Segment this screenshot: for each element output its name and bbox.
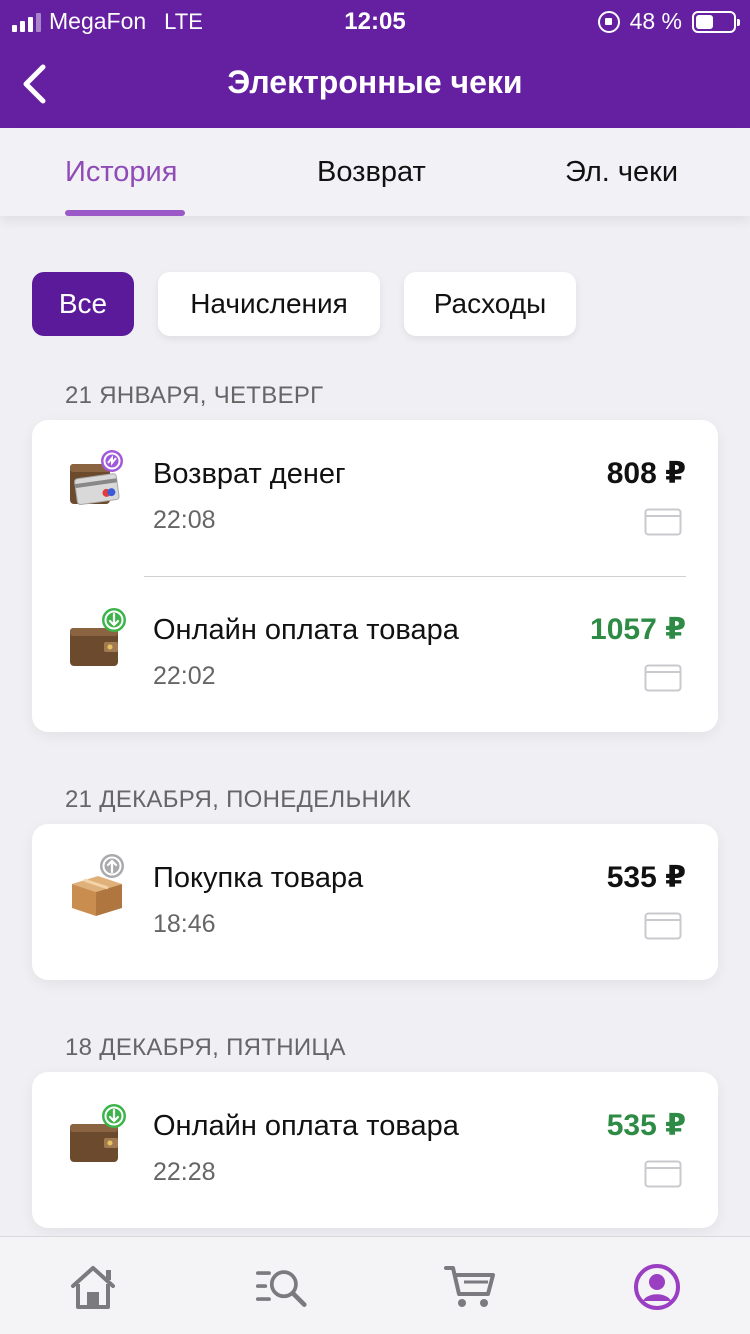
transaction-time: 22:28 <box>153 1158 216 1186</box>
cart-icon <box>444 1266 495 1307</box>
filter-all[interactable]: Все <box>32 272 134 336</box>
bottom-nav <box>0 1236 750 1334</box>
battery-icon <box>692 10 740 33</box>
transaction-title: Онлайн оплата товара <box>153 1110 459 1142</box>
credit-card-icon <box>644 912 682 940</box>
profile-icon <box>634 1264 680 1310</box>
transaction-title: Возврат денег <box>153 458 346 490</box>
app-header: MegaFon LTE 12:05 48 % Электронные чеки <box>0 0 750 128</box>
rotation-lock-icon <box>597 10 620 33</box>
transaction-amount: 535 ₽ <box>606 1109 686 1142</box>
nav-profile[interactable] <box>631 1261 683 1313</box>
page-title: Электронные чеки <box>227 64 523 100</box>
credit-card-icon <box>644 1160 682 1188</box>
tab-e-receipts[interactable]: Эл. чеки <box>565 156 678 189</box>
transaction-time: 22:08 <box>153 506 216 534</box>
wallet-download-icon <box>70 1104 126 1162</box>
date-header: 18 ДЕКАБРЯ, ПЯТНИЦА <box>65 1034 346 1061</box>
credit-card-icon <box>644 664 682 692</box>
home-icon <box>71 1266 115 1309</box>
status-bar: MegaFon LTE 12:05 48 % <box>0 0 750 42</box>
credit-card-icon <box>644 508 682 536</box>
transaction-amount: 808 ₽ <box>606 457 686 490</box>
nav-cart[interactable] <box>444 1261 496 1313</box>
nav-home[interactable] <box>67 1261 119 1313</box>
transaction-row[interactable]: Онлайн оплата товара 22:28 535 ₽ <box>32 1072 718 1228</box>
tab-history[interactable]: История <box>65 156 177 189</box>
transaction-row[interactable]: Возврат денег 22:08 808 ₽ <box>32 420 718 576</box>
tab-refund[interactable]: Возврат <box>317 156 426 189</box>
filter-income[interactable]: Начисления <box>158 272 380 336</box>
transaction-row[interactable]: Онлайн оплата товара 22:02 1057 ₽ <box>32 576 718 732</box>
transaction-amount: 1057 ₽ <box>590 613 686 646</box>
nav-search[interactable] <box>256 1261 308 1313</box>
box-upload-icon <box>72 854 124 916</box>
search-list-icon <box>256 1270 307 1307</box>
transaction-time: 22:02 <box>153 662 216 690</box>
filter-expenses[interactable]: Расходы <box>404 272 576 336</box>
transaction-title: Онлайн оплата товара <box>153 614 459 646</box>
wallet-refund-icon <box>70 450 123 506</box>
tab-bar: История Возврат Эл. чеки <box>0 128 750 216</box>
transaction-row[interactable]: Покупка товара 18:46 535 ₽ <box>32 824 718 980</box>
wallet-download-icon <box>70 608 126 666</box>
transaction-time: 18:46 <box>153 910 216 938</box>
active-tab-indicator <box>65 210 185 216</box>
transaction-card: Онлайн оплата товара 22:28 535 ₽ <box>32 1072 718 1228</box>
transaction-title: Покупка товара <box>153 862 364 894</box>
date-header: 21 ДЕКАБРЯ, ПОНЕДЕЛЬНИК <box>65 786 411 813</box>
transaction-amount: 535 ₽ <box>606 861 686 894</box>
transaction-card: Возврат денег 22:08 808 ₽ Онлайн оплата … <box>32 420 718 732</box>
battery-percent: 48 % <box>629 8 682 34</box>
transaction-card: Покупка товара 18:46 535 ₽ <box>32 824 718 980</box>
date-header: 21 ЯНВАРЯ, ЧЕТВЕРГ <box>65 382 324 409</box>
